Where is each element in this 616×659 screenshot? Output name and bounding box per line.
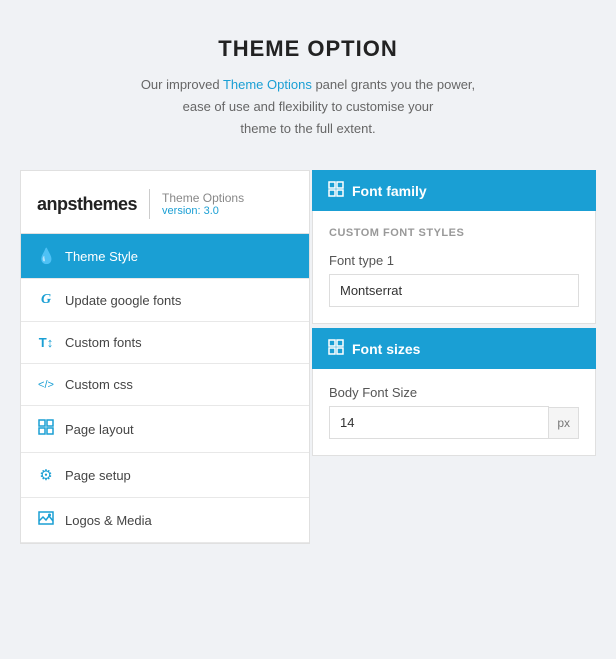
sidebar-item-theme-style[interactable]: 💧 Theme Style: [21, 234, 309, 279]
brand-info: Theme Options version: 3.0: [162, 191, 244, 217]
sidebar-item-label: Update google fonts: [65, 293, 181, 308]
header-section: THEME OPTION Our improved Theme Options …: [0, 0, 616, 170]
brand-label: Theme Options: [162, 191, 244, 205]
desc-after: panel grants you the power,: [312, 77, 475, 92]
brand-version: version: 3.0: [162, 205, 244, 217]
body-font-size-label: Body Font Size: [329, 385, 579, 400]
font-sizes-bar: Font sizes: [312, 328, 596, 369]
layout-icon: [37, 419, 55, 439]
brand-divider: [149, 189, 150, 219]
sidebar-item-label: Custom fonts: [65, 335, 142, 350]
sidebar-item-label: Logos & Media: [65, 513, 152, 528]
sidebar-brand: anpsthemes Theme Options version: 3.0: [21, 171, 309, 234]
theme-options-link[interactable]: Theme Options: [223, 77, 312, 92]
google-icon: G: [37, 292, 55, 308]
body-font-size-unit: px: [549, 407, 579, 439]
droplet-icon: 💧: [37, 247, 55, 265]
type-icon: T↕: [37, 335, 55, 350]
sidebar-item-label: Theme Style: [65, 249, 138, 264]
sidebar-item-label: Page layout: [65, 422, 134, 437]
desc-line3: theme to the full extent.: [240, 121, 375, 136]
sidebar: anpsthemes Theme Options version: 3.0 💧 …: [20, 170, 310, 544]
body-font-size-input[interactable]: [329, 406, 549, 439]
sidebar-item-custom-fonts[interactable]: T↕ Custom fonts: [21, 322, 309, 364]
header-description: Our improved Theme Options panel grants …: [20, 74, 596, 140]
font-type-input[interactable]: [329, 274, 579, 307]
brand-name: anpsthemes: [37, 194, 137, 215]
desc-before: Our improved: [141, 77, 223, 92]
font-sizes-label: Font sizes: [352, 341, 420, 357]
sidebar-item-page-setup[interactable]: ⚙ Page setup: [21, 453, 309, 498]
right-panel: Font family CUSTOM FONT STYLES Font type…: [312, 170, 596, 544]
font-sizes-content: Body Font Size px: [312, 369, 596, 456]
font-sizes-icon: [328, 339, 344, 358]
code-icon: </>: [37, 379, 55, 391]
desc-line2: ease of use and flexibility to customise…: [183, 99, 434, 114]
font-type-label: Font type 1: [329, 253, 579, 268]
sidebar-item-label: Page setup: [65, 468, 131, 483]
sidebar-item-update-google-fonts[interactable]: G Update google fonts: [21, 279, 309, 322]
image-icon: [37, 511, 55, 529]
font-family-content: CUSTOM FONT STYLES Font type 1: [312, 211, 596, 324]
font-family-icon: [328, 181, 344, 200]
sidebar-item-label: Custom css: [65, 377, 133, 392]
custom-font-styles-label: CUSTOM FONT STYLES: [329, 227, 579, 239]
sidebar-item-custom-css[interactable]: </> Custom css: [21, 364, 309, 406]
font-family-bar: Font family: [312, 170, 596, 211]
sidebar-item-page-layout[interactable]: Page layout: [21, 406, 309, 453]
font-family-label: Font family: [352, 183, 427, 199]
sidebar-item-logos-media[interactable]: Logos & Media: [21, 498, 309, 543]
body-font-size-field: px: [329, 406, 579, 439]
gear-icon: ⚙: [37, 466, 55, 484]
page-title: THEME OPTION: [20, 36, 596, 62]
main-content: anpsthemes Theme Options version: 3.0 💧 …: [0, 170, 616, 564]
